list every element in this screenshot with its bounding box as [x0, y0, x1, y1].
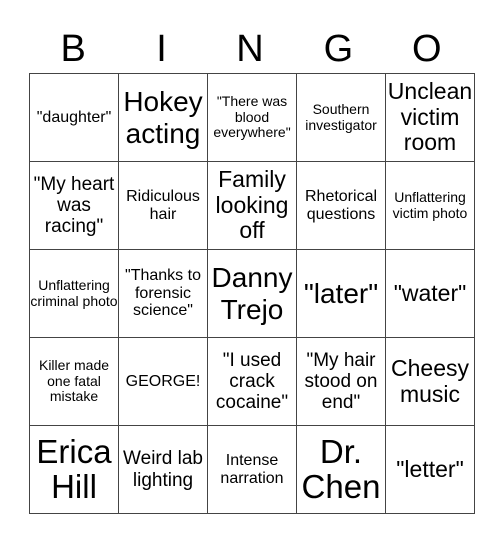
bingo-header: B I N G O	[29, 25, 471, 73]
bingo-cell[interactable]: Unflattering criminal photo	[29, 249, 119, 338]
header-letter-n: N	[236, 28, 264, 70]
header-letter-g: G	[323, 28, 354, 70]
bingo-cell[interactable]: Intense narration	[207, 425, 297, 514]
grid-row: "daughter" Hokey acting "There was blood e…	[29, 73, 475, 162]
bingo-cell[interactable]: Weird lab lighting	[118, 425, 208, 514]
bingo-cell[interactable]: Dr. Chen	[296, 425, 386, 514]
bingo-cell[interactable]: Killer made one fatal mistake	[29, 337, 119, 426]
bingo-cell[interactable]: GEORGE!	[118, 337, 208, 426]
bingo-cell[interactable]: Erica Hill	[29, 425, 119, 514]
header-letter-i: I	[156, 28, 167, 70]
bingo-cell[interactable]: "letter"	[385, 425, 475, 514]
header-letter-o: O	[411, 28, 442, 70]
bingo-cell[interactable]: Cheesy music	[385, 337, 475, 426]
bingo-cell[interactable]: "later"	[296, 249, 386, 338]
bingo-grid: "daughter" Hokey acting "There was blood e…	[29, 73, 475, 514]
bingo-cell[interactable]: Danny Trejo	[207, 249, 297, 338]
bingo-cell[interactable]: Southern investigator	[296, 73, 386, 162]
bingo-cell[interactable]: Unflattering victim photo	[385, 161, 475, 250]
bingo-cell[interactable]: Hokey acting	[118, 73, 208, 162]
header-letter-b: B	[60, 28, 86, 70]
grid-row: Unflattering criminal photo "Thanks to fo…	[29, 249, 475, 338]
bingo-cell[interactable]: Family looking off	[207, 161, 297, 250]
bingo-cell[interactable]: "There was blood everywhere"	[207, 73, 297, 162]
bingo-cell[interactable]: Unclean victim room	[385, 73, 475, 162]
bingo-cell[interactable]: "My heart was racing"	[29, 161, 119, 250]
bingo-cell[interactable]: Ridiculous hair	[118, 161, 208, 250]
bingo-cell[interactable]: "Thanks to forensic science"	[118, 249, 208, 338]
grid-row: Killer made one fatal mistake GEORGE! "I u…	[29, 337, 475, 426]
bingo-cell[interactable]: "I used crack cocaine"	[207, 337, 297, 426]
grid-row: Erica Hill Weird lab lighting Intense narr…	[29, 425, 475, 514]
bingo-cell[interactable]: Rhetorical questions	[296, 161, 386, 250]
grid-row: "My heart was racing" Ridiculous hair Fami…	[29, 161, 475, 250]
bingo-cell[interactable]: "My hair stood on end"	[296, 337, 386, 426]
bingo-cell[interactable]: "daughter"	[29, 73, 119, 162]
bingo-cell[interactable]: "water"	[385, 249, 475, 338]
